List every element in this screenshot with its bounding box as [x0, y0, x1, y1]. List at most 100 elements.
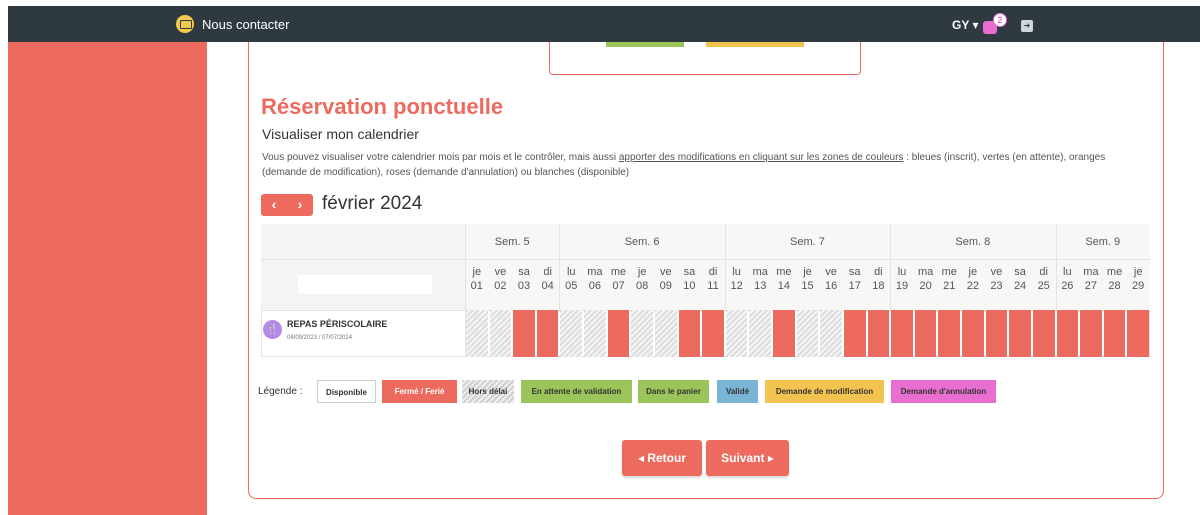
day-name: me	[610, 266, 627, 278]
back-button[interactable]: ◂ Retour	[622, 440, 702, 476]
day-name: di	[708, 266, 718, 278]
day-label: sa 24	[1008, 265, 1032, 293]
calendar-cell-04[interactable]	[536, 310, 559, 357]
fork-knife-icon: 🍴	[263, 320, 282, 339]
calendar-cell-13[interactable]	[749, 310, 772, 357]
page-subtitle: Visualiser mon calendrier	[262, 126, 419, 142]
day-label: je 01	[465, 265, 489, 293]
calendar-cell-16[interactable]	[820, 310, 842, 357]
day-name: ma	[1083, 266, 1099, 278]
calendar-cell-01[interactable]	[466, 310, 488, 357]
day-label: sa 03	[512, 265, 536, 293]
calendar-cell-06[interactable]	[584, 310, 606, 357]
day-label: ma 06	[583, 265, 607, 293]
calendar-cell-28[interactable]	[1103, 310, 1126, 357]
day-number: 27	[1084, 280, 1098, 292]
day-label: ve 09	[654, 265, 678, 293]
calendar-cell-09[interactable]	[654, 310, 677, 357]
day-name: lu	[732, 266, 741, 278]
calendar-cell-07[interactable]	[607, 310, 630, 357]
day-label: ve 16	[819, 265, 843, 293]
day-number: 14	[777, 280, 790, 292]
day-number: 17	[848, 280, 861, 292]
next-month-button[interactable]: ›	[287, 194, 313, 216]
calendar-cell-19[interactable]	[891, 310, 913, 357]
description-text: Vous pouvez visualiser votre calendrier …	[262, 152, 619, 163]
day-name: di	[874, 266, 883, 278]
day-name: ve	[659, 266, 672, 278]
cart-button[interactable]: 2	[983, 13, 1007, 37]
month-navigation: ‹ ›	[261, 194, 313, 216]
activity-filter[interactable]	[298, 275, 432, 294]
calendar-cell-10[interactable]	[678, 310, 701, 357]
calendar-cell-17[interactable]	[843, 310, 866, 357]
calendar-cell-29[interactable]	[1127, 310, 1149, 357]
day-name: me	[941, 266, 957, 278]
day-label: ve 02	[489, 265, 513, 293]
day-name: ma	[587, 266, 603, 278]
yellow-button-edge[interactable]	[706, 42, 804, 47]
next-button[interactable]: Suivant ▸	[706, 440, 789, 476]
day-number: 28	[1108, 280, 1121, 292]
day-label: me 21	[937, 265, 961, 293]
calendar-cell-21[interactable]	[938, 310, 961, 357]
day-label: je 08	[630, 265, 654, 293]
day-label: sa 17	[843, 265, 867, 293]
calendar-cell-24[interactable]	[1009, 310, 1031, 357]
calendar-grid: 🍴 REPAS PÉRISCOLAIRE 04/09/2023 / 07/07/…	[261, 224, 1150, 357]
day-number: 05	[565, 280, 578, 292]
day-name: di	[1039, 266, 1048, 278]
day-label: di 11	[701, 265, 725, 293]
calendar-cell-11[interactable]	[702, 310, 724, 357]
calendar-cell-25[interactable]	[1032, 310, 1055, 357]
calendar-cell-14[interactable]	[773, 310, 795, 357]
day-label: sa 10	[678, 265, 702, 293]
day-name: je	[637, 266, 647, 278]
calendar-cell-02[interactable]	[489, 310, 512, 357]
calendar-cell-15[interactable]	[796, 310, 819, 357]
day-name: di	[543, 266, 552, 278]
day-label: je 29	[1126, 265, 1150, 293]
day-name: sa	[683, 266, 696, 278]
day-number: 06	[588, 280, 602, 292]
day-label: ma 20	[914, 265, 938, 293]
green-button-edge[interactable]	[606, 42, 684, 47]
day-number: 12	[730, 280, 743, 292]
day-number: 21	[943, 280, 956, 292]
day-number: 03	[517, 280, 531, 292]
calendar-cell-26[interactable]	[1056, 310, 1079, 357]
legend-cancellation: Demande d'annulation	[891, 380, 996, 403]
page-title: Réservation ponctuelle	[261, 94, 504, 119]
activity-dates: 04/09/2023 / 07/07/2024	[287, 335, 353, 341]
prev-month-button[interactable]: ‹	[261, 194, 287, 216]
legend-in-cart: Dans le panier	[638, 380, 709, 403]
week-label: Sem. 7	[790, 236, 825, 248]
day-number: 08	[636, 280, 649, 292]
day-number: 24	[1013, 280, 1027, 292]
calendar-cell-27[interactable]	[1080, 310, 1102, 357]
week-label: Sem. 6	[624, 236, 660, 248]
day-number: 18	[872, 280, 885, 292]
day-label: ma 27	[1079, 265, 1103, 293]
day-name: lu	[1063, 266, 1072, 278]
day-number: 09	[659, 280, 672, 292]
day-name: lu	[897, 266, 907, 278]
grid-line	[261, 259, 1150, 260]
cart-count-badge: 2	[993, 13, 1007, 27]
contact-link[interactable]: Nous contacter	[176, 15, 289, 33]
calendar-cell-18[interactable]	[867, 310, 890, 357]
calendar-cell-12[interactable]	[725, 310, 748, 357]
day-label: di 18	[867, 265, 891, 293]
calendar-cell-08[interactable]	[631, 310, 653, 357]
day-number: 15	[801, 280, 814, 292]
day-label: lu 12	[725, 265, 749, 293]
calendar-cell-23[interactable]	[985, 310, 1008, 357]
user-menu[interactable]: GY ▾	[952, 18, 978, 32]
calendar-cell-22[interactable]	[962, 310, 984, 357]
day-name: je	[1133, 266, 1143, 278]
logout-icon[interactable]: ➜	[1021, 20, 1033, 32]
calendar-cell-20[interactable]	[914, 310, 937, 357]
calendar-cell-03[interactable]	[513, 310, 535, 357]
calendar-cell-05[interactable]	[560, 310, 583, 357]
activity-name: REPAS PÉRISCOLAIRE	[287, 319, 388, 329]
